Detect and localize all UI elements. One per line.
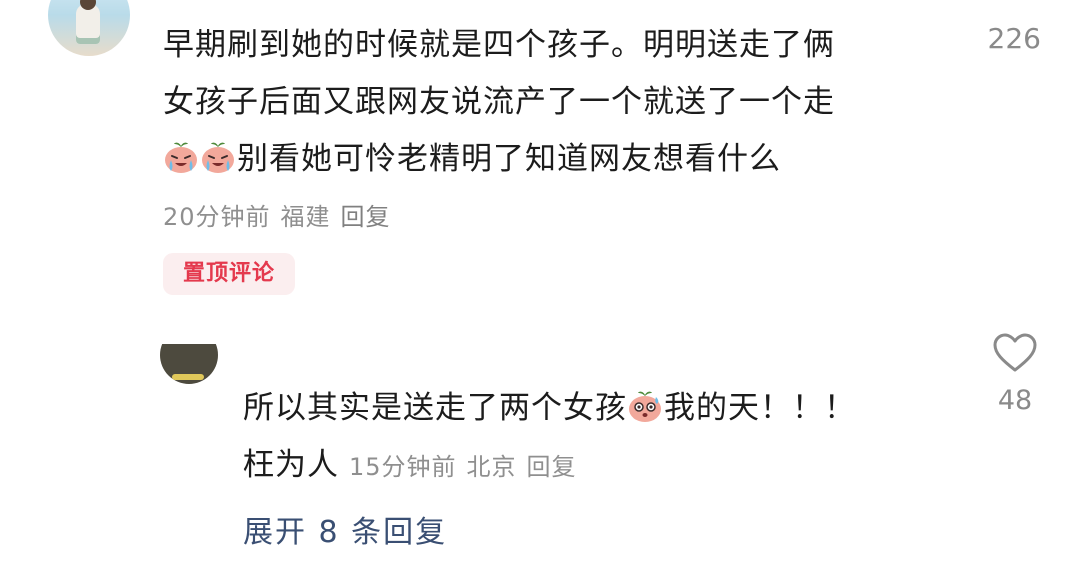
- reply-like-count: 48: [997, 385, 1033, 416]
- reply-text-part2: 我的天！！！: [664, 390, 856, 426]
- shocked-peach-emoji-icon: [627, 388, 663, 424]
- commenter-avatar[interactable]: [48, 0, 130, 56]
- crying-peach-emoji-icon: [200, 139, 236, 175]
- reply-time: 15分钟前: [349, 453, 457, 481]
- comment-line-1: 早期刷到她的时候就是四个孩子。明明送走了俩: [163, 27, 835, 63]
- comment-line-3: 别看她可怜老精明了知道网友想看什么: [163, 131, 923, 188]
- pinned-comment-badge: 置顶评论: [163, 253, 295, 295]
- comment-line-3-text: 别看她可怜老精明了知道网友想看什么: [237, 141, 781, 177]
- reply-location: 北京: [466, 453, 517, 481]
- reply-text-line2: 枉为人: [243, 447, 339, 483]
- comment-location: 福建: [280, 203, 331, 231]
- comment-like-count: 226: [987, 22, 1041, 55]
- comment-meta: 20分钟前 福建 回复: [163, 197, 401, 232]
- reply-body: 所以其实是送走了两个女孩 我的天！！！ 枉为人 15分钟前 北京 回复: [243, 380, 963, 496]
- comment-time: 20分钟前: [163, 203, 271, 231]
- replier-avatar[interactable]: [160, 344, 218, 386]
- crying-peach-emoji-icon: [163, 139, 199, 175]
- reply-text-part1: 所以其实是送走了两个女孩: [243, 390, 627, 426]
- heart-outline-icon[interactable]: [992, 332, 1038, 374]
- reply-meta: 15分钟前 北京 回复: [349, 453, 587, 481]
- replier-avatar-detail: [172, 374, 204, 380]
- comment-line-2: 女孩子后面又跟网友说流产了一个就送了一个走: [163, 84, 835, 120]
- comment-reply-button[interactable]: 回复: [341, 203, 391, 231]
- avatar-figure: [76, 4, 100, 44]
- comment-body: 早期刷到她的时候就是四个孩子。明明送走了俩 女孩子后面又跟网友说流产了一个就送了…: [163, 17, 923, 188]
- reply-reply-button[interactable]: 回复: [527, 453, 577, 481]
- reply-line-2: 枉为人 15分钟前 北京 回复: [243, 437, 963, 496]
- expand-replies-link[interactable]: 展开 8 条回复: [243, 507, 447, 551]
- reply-line-1: 所以其实是送走了两个女孩 我的天！！！: [243, 380, 963, 437]
